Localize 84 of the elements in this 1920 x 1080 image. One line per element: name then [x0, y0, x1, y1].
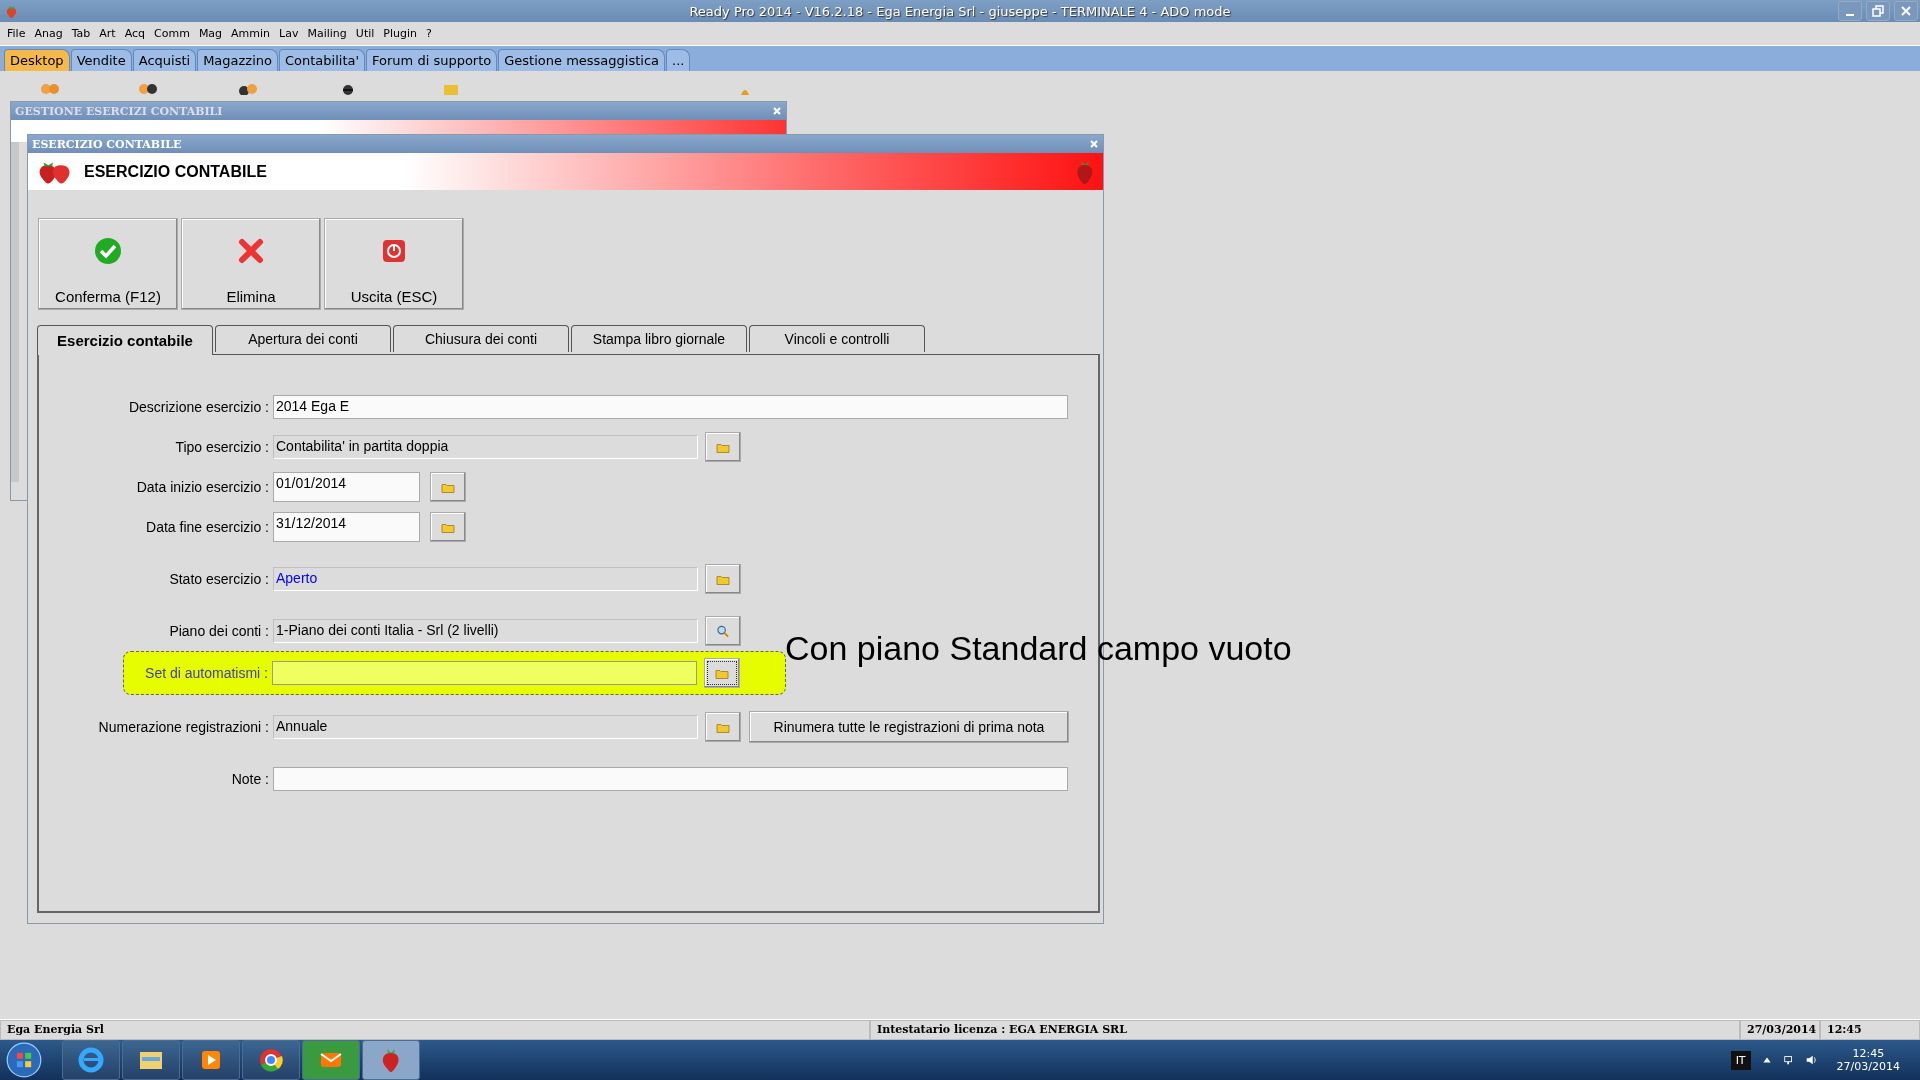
window-title: Ready Pro 2014 - V16.2.18 - Ega Energia Srl - giuseppe - TERMINALE 4 - ADO mode	[689, 3, 1231, 19]
restore-button[interactable]	[1866, 1, 1890, 21]
menu-item[interactable]: Comm	[151, 27, 196, 40]
menu-item[interactable]: File	[4, 27, 32, 40]
browse-button[interactable]	[704, 658, 740, 688]
tab[interactable]: Chiusura dei conti	[393, 325, 569, 352]
menu-item[interactable]: Tab	[68, 27, 97, 40]
status-field: 12:45	[1820, 1020, 1920, 1040]
toolbar-button[interactable]: Uscita (ESC)	[324, 218, 464, 310]
field-label: Descrizione esercizio :	[127, 399, 270, 415]
window-title: GESTIONE ESERCIZI CONTABILI	[15, 104, 223, 118]
speaker-icon[interactable]	[1804, 1054, 1817, 1066]
module-tab[interactable]: Desktop	[4, 49, 70, 71]
toolbar-button[interactable]: Conferma (F12)	[38, 218, 178, 310]
input-field[interactable]	[273, 767, 1068, 791]
tab[interactable]: Vincoli e controlli	[749, 325, 925, 352]
input-field[interactable]: Contabilita' in partita doppia	[273, 435, 698, 459]
field-label: Set di automatismi :	[144, 665, 269, 681]
input-field[interactable]: Annuale	[273, 715, 698, 739]
language-indicator[interactable]: IT	[1730, 1050, 1751, 1070]
status-field: 27/03/2014	[1740, 1020, 1820, 1040]
input-field[interactable]	[272, 661, 697, 685]
cross-icon	[237, 237, 265, 265]
module-tab[interactable]: Gestione messaggistica	[498, 49, 666, 71]
close-icon[interactable]	[1089, 139, 1099, 149]
strawberry-icon	[4, 3, 19, 19]
strawberry-icon[interactable]	[362, 1040, 420, 1080]
module-tab[interactable]: ...	[666, 49, 691, 71]
menu-item[interactable]: Anag	[31, 27, 69, 40]
module-tab[interactable]: Contabilita'	[279, 49, 366, 71]
field-label: Stato esercizio :	[168, 571, 270, 587]
menu-item[interactable]: Art	[96, 27, 122, 40]
module-tab[interactable]: Magazzino	[197, 49, 278, 71]
menu-item[interactable]: Util	[352, 27, 381, 40]
close-button[interactable]	[1894, 1, 1918, 21]
start-button[interactable]	[6, 1042, 42, 1078]
network-icon[interactable]	[1782, 1054, 1795, 1066]
field-label: Data inizio esercizio :	[135, 479, 270, 495]
input-field[interactable]: 2014 Ega E	[273, 395, 1068, 419]
power-icon	[380, 237, 408, 265]
people-icon[interactable]	[238, 83, 258, 95]
minimize-button[interactable]	[1838, 1, 1862, 21]
tab[interactable]: Apertura dei conti	[215, 325, 391, 352]
input-field[interactable]: 31/12/2014	[273, 512, 420, 542]
menu-item[interactable]: Ammin	[228, 27, 277, 40]
menu-item[interactable]: Plugin	[380, 27, 423, 40]
menu-item[interactable]: Mailing	[304, 27, 353, 40]
chrome-icon[interactable]	[242, 1040, 300, 1080]
field-label: Data fine esercizio :	[145, 519, 270, 535]
mail-icon[interactable]	[302, 1040, 360, 1080]
module-tab[interactable]: Acquisti	[132, 49, 197, 71]
close-icon[interactable]	[772, 106, 782, 116]
toolbar-button[interactable]: Elimina	[181, 218, 321, 310]
input-field[interactable]: Aperto	[273, 567, 698, 591]
strawberry-icon	[1075, 158, 1095, 185]
status-field: Ega Energia Srl	[0, 1020, 870, 1040]
menu-item[interactable]: Acq	[121, 27, 152, 40]
module-tab[interactable]: Forum di supporto	[366, 49, 498, 71]
field-label: Piano dei conti :	[168, 623, 270, 639]
search-button[interactable]	[705, 616, 741, 646]
people-icon[interactable]	[138, 83, 158, 95]
search-icon	[716, 624, 730, 638]
browser-icon[interactable]	[62, 1040, 120, 1080]
field-label: Note :	[230, 771, 270, 787]
menu-item[interactable]: ?	[423, 27, 438, 40]
tab[interactable]: Stampa libro giornale	[571, 325, 747, 352]
clock-date[interactable]: 27/03/2014	[1836, 1060, 1900, 1073]
tab[interactable]: Esercizio contabile	[37, 325, 213, 355]
input-field[interactable]: 01/01/2014	[273, 472, 420, 502]
folder-icon[interactable]	[122, 1040, 180, 1080]
checkmark-icon	[94, 237, 122, 265]
dialog-heading: ESERCIZIO CONTABILE	[84, 162, 267, 181]
field-label: Tipo esercizio :	[174, 439, 270, 455]
renumber-button[interactable]: Rinumera tutte le registrazioni di prima nota	[749, 711, 1069, 743]
annotation-text: Con piano Standard campo vuoto	[785, 629, 1292, 668]
media-player-icon[interactable]	[182, 1040, 240, 1080]
input-field[interactable]: 1-Piano dei conti Italia - Srl (2 livelli)	[273, 619, 698, 643]
status-field: Intestatario licenza : EGA ENERGIA SRL	[870, 1020, 1740, 1040]
menu-item[interactable]: Mag	[195, 27, 229, 40]
clock-time[interactable]: 12:45	[1852, 1047, 1885, 1060]
window-title: ESERCIZIO CONTABILE	[32, 137, 182, 151]
module-tab[interactable]: Vendite	[70, 49, 132, 71]
field-label: Numerazione registrazioni :	[97, 719, 270, 735]
menu-item[interactable]: Lav	[276, 27, 305, 40]
